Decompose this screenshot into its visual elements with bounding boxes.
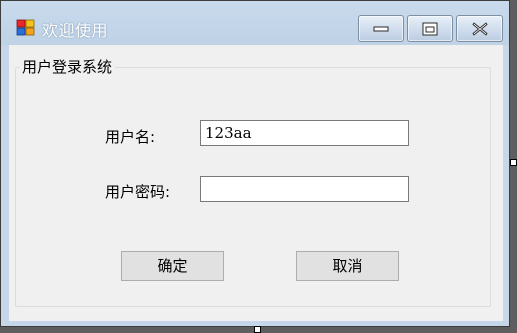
maximize-button[interactable]: [407, 15, 453, 42]
maximize-icon: [422, 22, 438, 35]
group-legend: 用户登录系统: [19, 56, 116, 77]
resize-handle-bottom[interactable]: [254, 326, 261, 333]
ok-button[interactable]: 确定: [121, 251, 224, 281]
close-button[interactable]: [456, 15, 503, 42]
window-title: 欢迎使用: [42, 21, 109, 40]
resize-handle-right[interactable]: [510, 159, 517, 166]
close-icon: [471, 21, 488, 36]
password-input[interactable]: [200, 176, 409, 202]
app-icon: [16, 19, 35, 36]
minimize-button[interactable]: [358, 15, 404, 42]
cancel-button[interactable]: 取消: [296, 251, 399, 281]
login-window: 欢迎使用 用户登录系统 用户名: 用户密码: 确定 取消: [0, 0, 510, 327]
username-label: 用户名:: [105, 128, 156, 146]
password-label: 用户密码:: [105, 183, 171, 201]
minimize-icon: [373, 26, 389, 31]
client-area: 用户登录系统 用户名: 用户密码: 确定 取消: [9, 45, 503, 321]
title-bar[interactable]: 欢迎使用: [1, 1, 509, 45]
username-input[interactable]: [200, 120, 409, 146]
